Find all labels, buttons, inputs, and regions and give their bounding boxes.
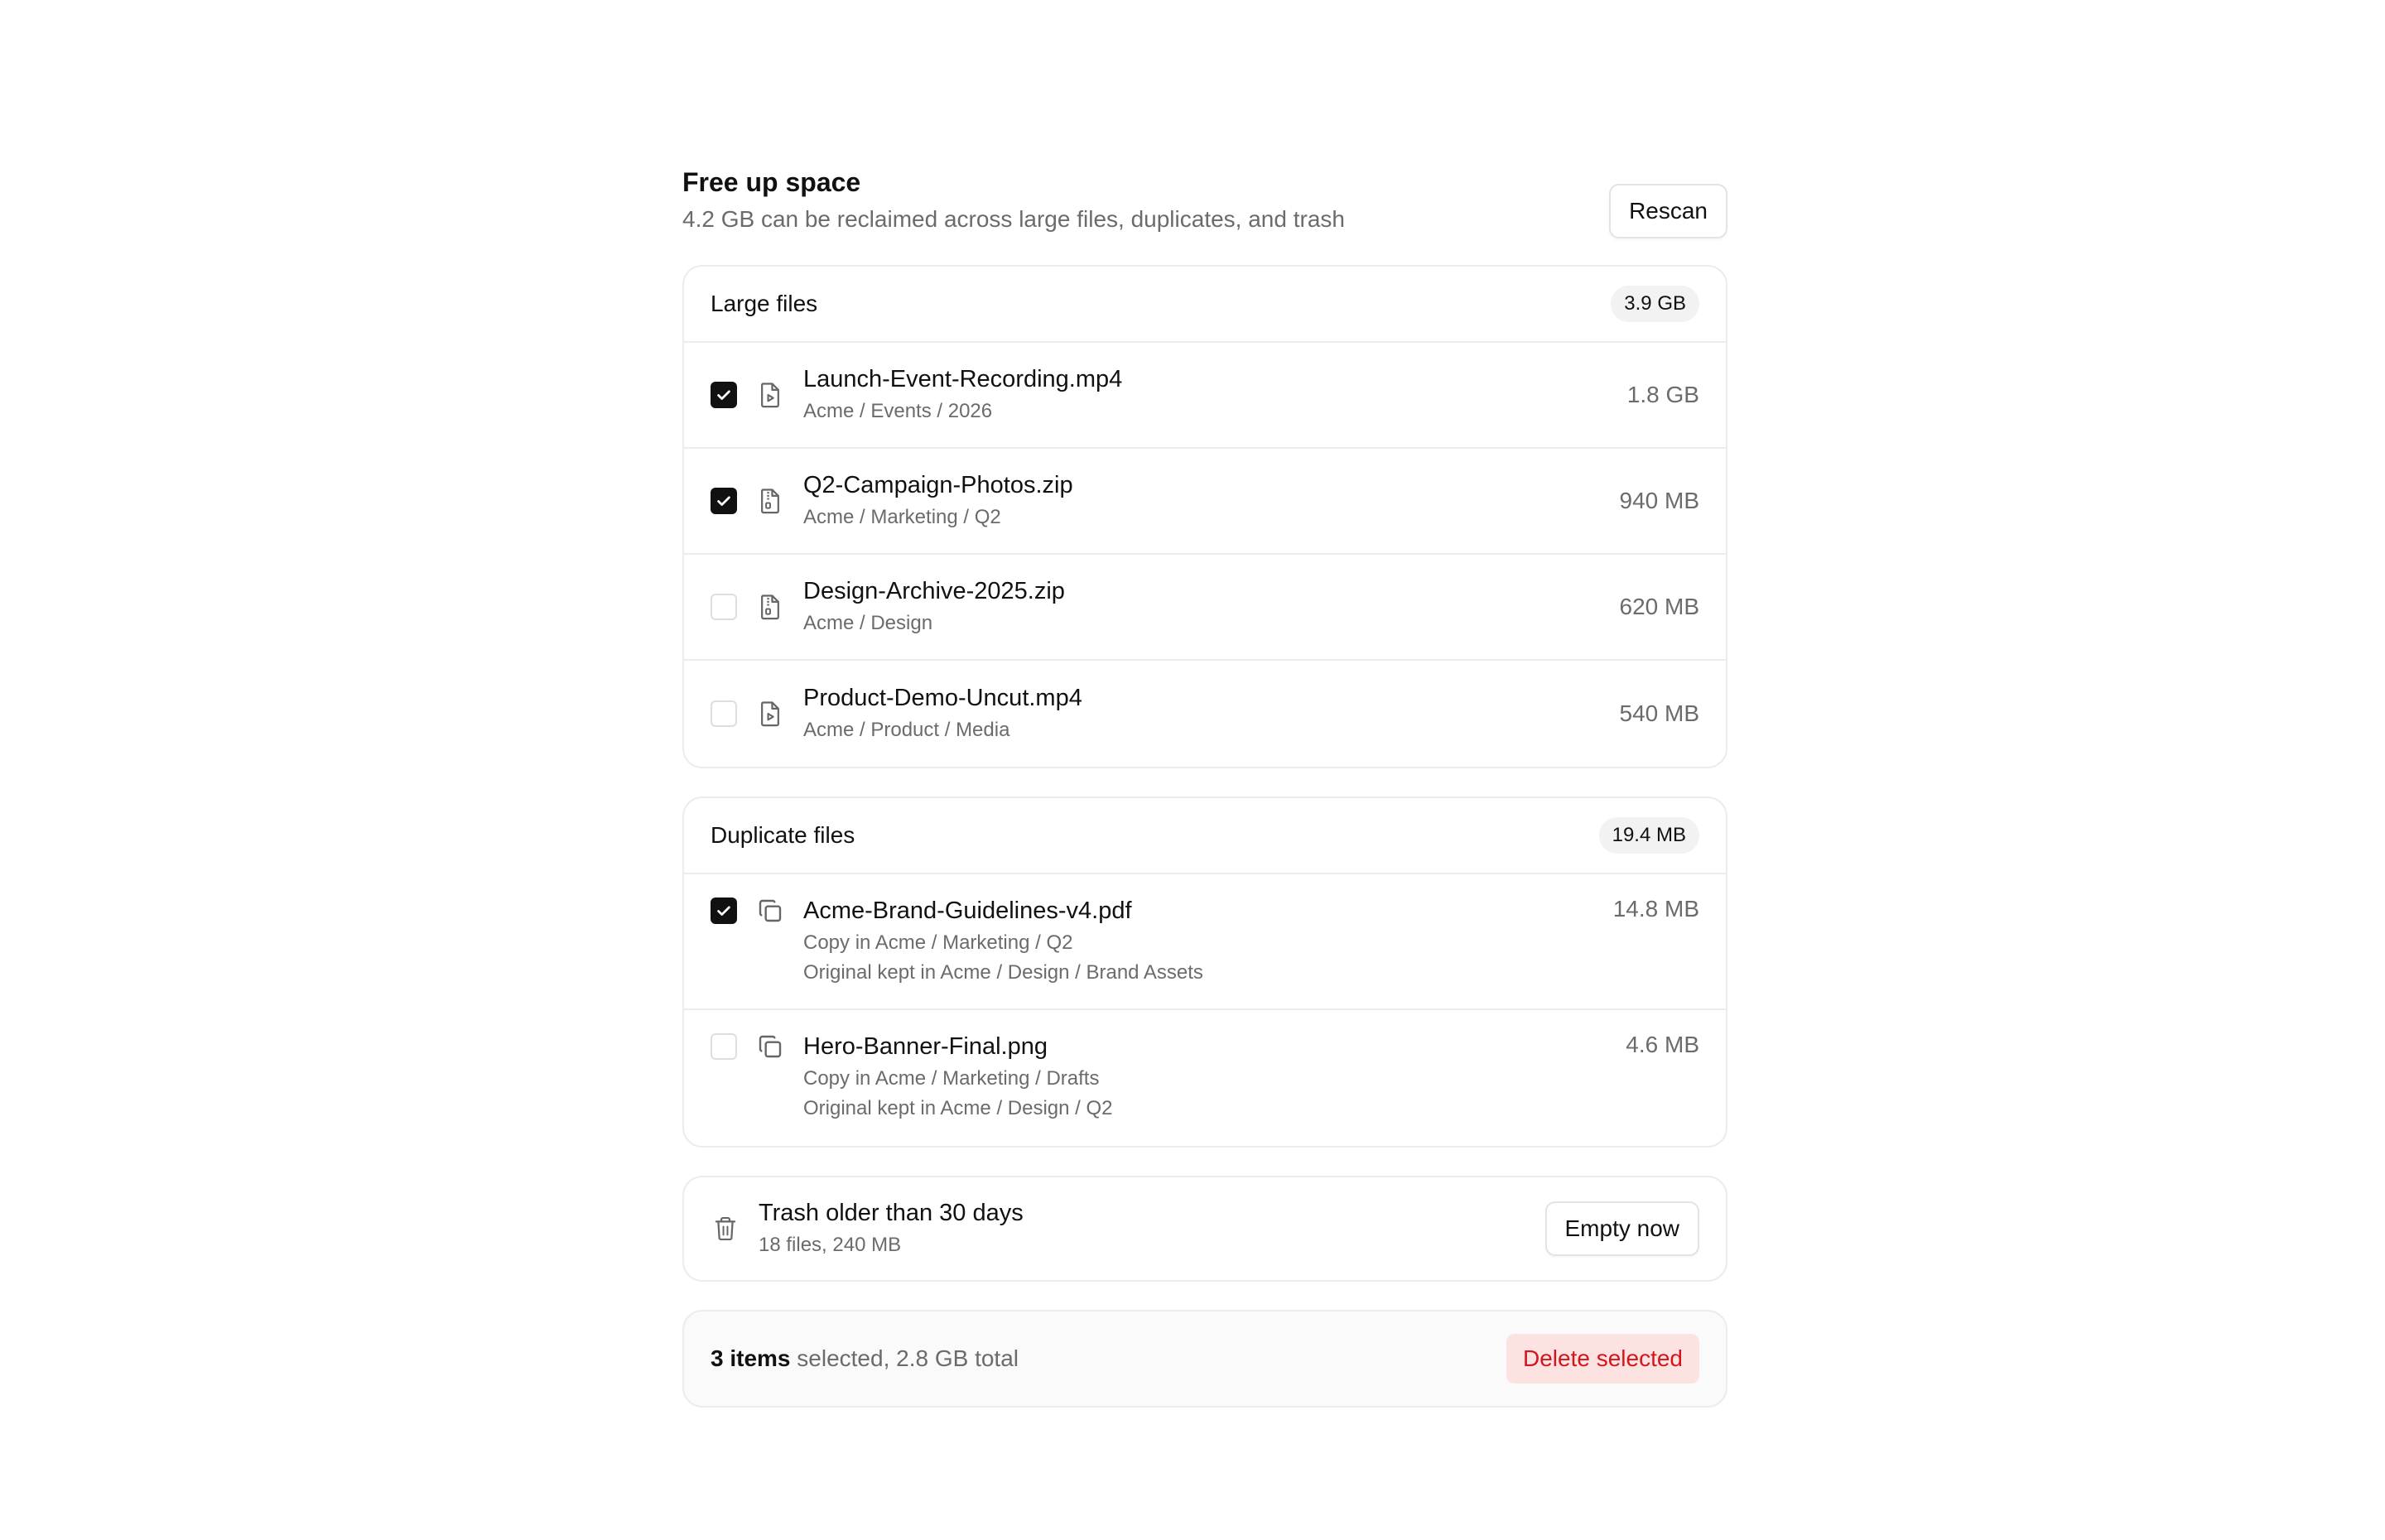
file-info: Acme-Brand-Guidelines-v4.pdf Copy in Acm… (803, 896, 1613, 987)
file-path: Acme / Design (803, 612, 933, 634)
duplicate-files-total-badge: 19.4 MB (1598, 817, 1699, 854)
duplicate-file-row[interactable]: Acme-Brand-Guidelines-v4.pdf Copy in Acm… (684, 874, 1726, 1010)
empty-now-button[interactable]: Empty now (1544, 1201, 1699, 1256)
duplicate-files-card: Duplicate files 19.4 MB Acme-Brand-Guide… (682, 796, 1727, 1148)
page-title: Free up space (682, 167, 861, 197)
large-file-row[interactable]: Q2-Campaign-Photos.zip Acme / Marketing … (684, 449, 1726, 555)
check-icon (717, 496, 730, 506)
selected-count: 3 items (711, 1345, 791, 1371)
trash-detail: 18 files, 240 MB (759, 1234, 902, 1256)
page-subtitle: 4.2 GB can be reclaimed across large fil… (682, 206, 1345, 232)
trash-title: Trash older than 30 days (759, 1200, 1024, 1226)
rescan-button[interactable]: Rescan (1609, 184, 1727, 238)
original-location: Original kept in Acme / Design / Brand A… (803, 961, 1203, 984)
duplicate-files-title: Duplicate files (711, 822, 855, 848)
selected-total: selected, 2.8 GB total (790, 1345, 1019, 1371)
large-file-row[interactable]: Design-Archive-2025.zip Acme / Design 62… (684, 555, 1726, 661)
trash-info: Trash older than 30 days 18 files, 240 M… (759, 1198, 1545, 1259)
check-icon (717, 390, 730, 400)
copy-icon (755, 896, 785, 926)
file-checkbox[interactable] (711, 594, 737, 620)
copy-location: Copy in Acme / Marketing / Drafts (803, 1067, 1100, 1090)
archive-file-icon (755, 486, 785, 516)
file-size: 940 MB (1619, 488, 1700, 513)
file-checkbox[interactable] (711, 382, 737, 408)
file-name: Acme-Brand-Guidelines-v4.pdf (803, 898, 1132, 924)
check-icon (717, 906, 730, 916)
original-location: Original kept in Acme / Design / Q2 (803, 1097, 1113, 1119)
delete-selected-button[interactable]: Delete selected (1506, 1334, 1699, 1384)
trash-icon (711, 1214, 740, 1244)
large-files-card: Large files 3.9 GB Launch-Event-Recordin… (682, 265, 1727, 768)
large-files-title: Large files (711, 291, 818, 316)
file-path: Acme / Product / Media (803, 719, 1010, 741)
file-info: Product-Demo-Uncut.mp4 Acme / Product / … (803, 683, 1620, 744)
file-name: Design-Archive-2025.zip (803, 578, 1065, 604)
large-file-row[interactable]: Launch-Event-Recording.mp4 Acme / Events… (684, 343, 1726, 449)
large-files-header: Large files 3.9 GB (684, 267, 1726, 343)
file-info: Design-Archive-2025.zip Acme / Design (803, 576, 1620, 638)
file-checkbox[interactable] (711, 898, 737, 924)
video-file-icon (755, 699, 785, 729)
large-file-row[interactable]: Product-Demo-Uncut.mp4 Acme / Product / … (684, 661, 1726, 767)
video-file-icon (755, 380, 785, 410)
file-size: 14.8 MB (1612, 896, 1699, 922)
large-files-total-badge: 3.9 GB (1611, 286, 1699, 322)
trash-card: Trash older than 30 days 18 files, 240 M… (682, 1176, 1727, 1282)
file-info: Hero-Banner-Final.png Copy in Acme / Mar… (803, 1032, 1626, 1123)
copy-icon (755, 1032, 785, 1061)
file-path: Acme / Marketing / Q2 (803, 506, 1001, 528)
duplicate-file-row[interactable]: Hero-Banner-Final.png Copy in Acme / Mar… (684, 1010, 1726, 1146)
file-name: Hero-Banner-Final.png (803, 1033, 1048, 1060)
panel-header: Free up space 4.2 GB can be reclaimed ac… (682, 166, 1727, 265)
file-checkbox[interactable] (711, 700, 737, 727)
free-up-space-panel: Free up space 4.2 GB can be reclaimed ac… (682, 166, 1727, 1408)
file-size: 1.8 GB (1626, 382, 1699, 407)
file-size: 540 MB (1619, 700, 1700, 726)
file-checkbox[interactable] (711, 1033, 737, 1060)
file-path: Acme / Events / 2026 (803, 400, 993, 422)
file-size: 4.6 MB (1626, 1032, 1699, 1057)
file-size: 620 MB (1619, 594, 1700, 619)
file-name: Launch-Event-Recording.mp4 (803, 366, 1123, 392)
copy-location: Copy in Acme / Marketing / Q2 (803, 931, 1073, 954)
file-name: Product-Demo-Uncut.mp4 (803, 685, 1082, 711)
file-info: Q2-Campaign-Photos.zip Acme / Marketing … (803, 470, 1620, 532)
selection-footer: 3 items selected, 2.8 GB total Delete se… (682, 1310, 1727, 1408)
file-info: Launch-Event-Recording.mp4 Acme / Events… (803, 364, 1627, 426)
selection-summary: 3 items selected, 2.8 GB total (711, 1345, 1019, 1372)
file-name: Q2-Campaign-Photos.zip (803, 472, 1073, 498)
file-checkbox[interactable] (711, 488, 737, 514)
duplicate-files-header: Duplicate files 19.4 MB (684, 798, 1726, 874)
archive-file-icon (755, 592, 785, 622)
